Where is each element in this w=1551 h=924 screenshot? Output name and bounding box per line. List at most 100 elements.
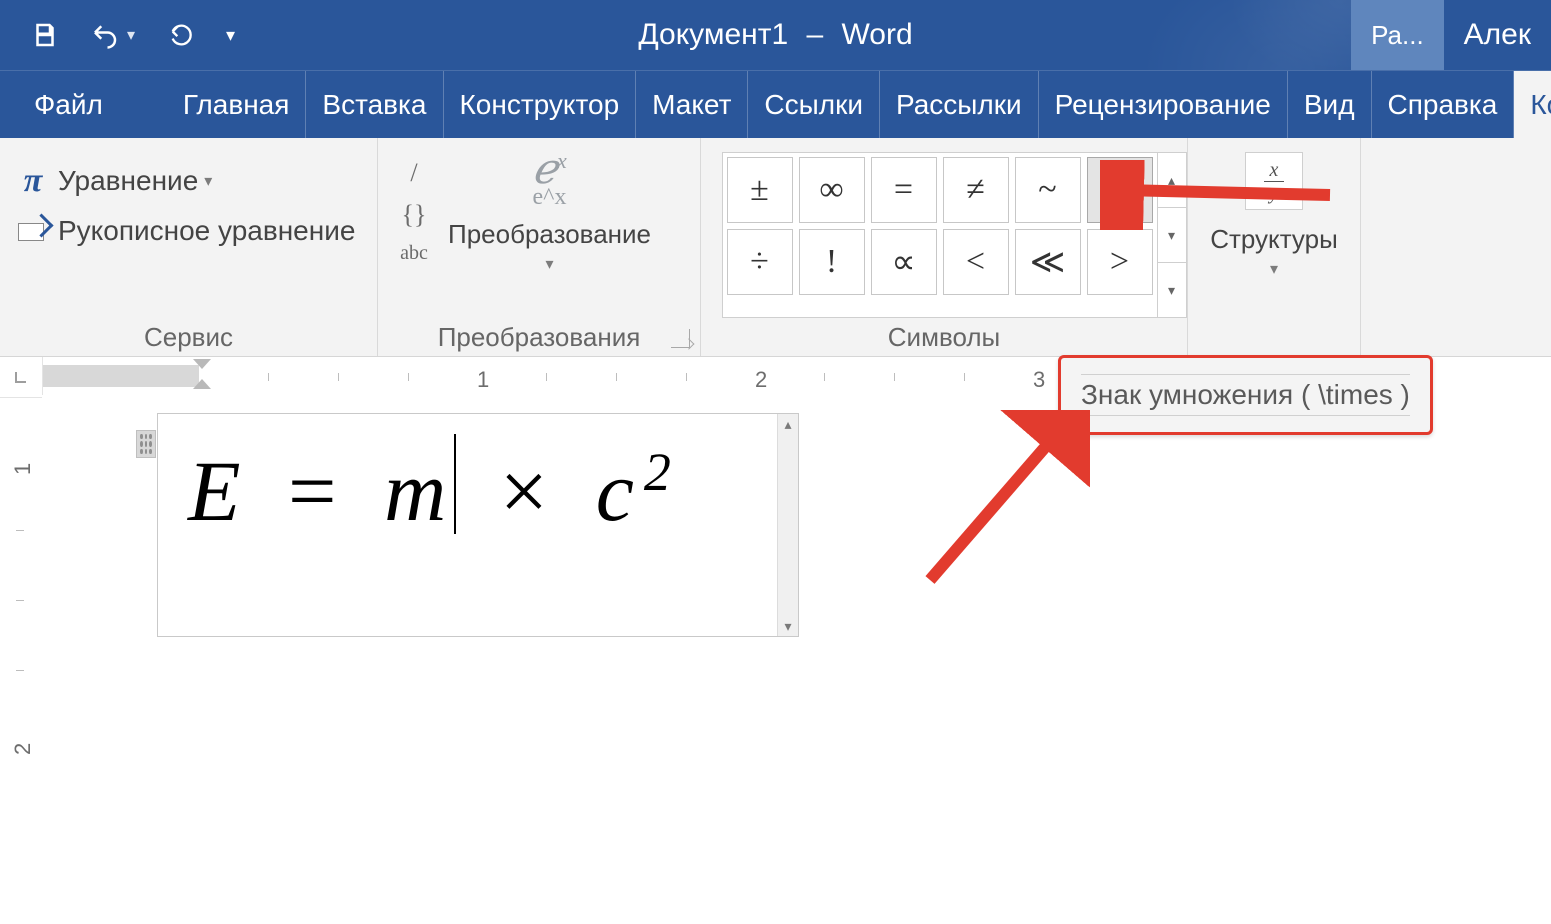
group-symbols: ± ∞ = ≠ ~ × ÷ ! ∝ < ≪ > ▴ ▾ ▾: [701, 138, 1188, 356]
symbol-proportional[interactable]: ∝: [871, 229, 937, 295]
vruler-number-1: 1: [10, 463, 36, 475]
convert-button[interactable]: ℯx e^x Преобразование ▾: [448, 152, 651, 318]
undo-icon: [90, 20, 120, 50]
symbols-scroll-down[interactable]: ▾: [1158, 208, 1186, 263]
group-structures: xy Структуры ▾: [1188, 138, 1361, 356]
convert-icon-sub: e^x: [533, 184, 567, 211]
symbol-tilde[interactable]: ~: [1015, 157, 1081, 223]
eq-var-m: m: [384, 443, 452, 539]
save-icon: [30, 20, 60, 50]
equation-button[interactable]: π Уравнение ▾: [18, 156, 355, 206]
tab-home[interactable]: Главная: [167, 71, 307, 138]
ruler-number-2: 2: [755, 367, 767, 393]
scroll-down-button[interactable]: ▾: [778, 616, 798, 636]
ribbon-overflow: [1361, 138, 1551, 356]
symbol-times[interactable]: ×: [1087, 157, 1153, 223]
tab-view[interactable]: Вид: [1288, 71, 1372, 138]
ruler-number-3: 3: [1033, 367, 1045, 393]
ruler-margin-shade: [43, 365, 199, 387]
structures-label: Структуры: [1210, 224, 1338, 255]
chevron-down-icon[interactable]: ▾: [1270, 259, 1278, 279]
symbol-factorial[interactable]: !: [799, 229, 865, 295]
scroll-up-button[interactable]: ▴: [778, 414, 798, 434]
tab-references[interactable]: Ссылки: [748, 71, 880, 138]
symbols-grid: ± ∞ = ≠ ~ × ÷ ! ∝ < ≪ >: [723, 153, 1157, 317]
convert-icon: ℯx: [532, 152, 567, 188]
equation-container[interactable]: E = m × c2 ▴ ▾: [157, 413, 799, 637]
chevron-down-icon[interactable]: ▾: [545, 254, 553, 274]
user-area: Ра... Алек: [1351, 0, 1551, 70]
tab-review[interactable]: Рецензирование: [1039, 71, 1288, 138]
qat-customize-button[interactable]: ▾: [226, 25, 235, 46]
chevron-down-icon[interactable]: ▾: [204, 171, 212, 191]
save-button[interactable]: [30, 20, 60, 50]
eq-exponent-2: 2: [644, 442, 677, 502]
eq-times: ×: [500, 443, 555, 539]
symbol-much-less[interactable]: ≪: [1015, 229, 1081, 295]
tab-layout[interactable]: Макет: [636, 71, 748, 138]
ruler-number-1: 1: [477, 367, 489, 393]
symbol-greater-than[interactable]: >: [1087, 229, 1153, 295]
symbol-equals[interactable]: =: [871, 157, 937, 223]
linear-braces-button[interactable]: {}: [394, 200, 434, 230]
symbol-less-than[interactable]: <: [943, 229, 1009, 295]
conversions-dialog-launcher[interactable]: [671, 329, 690, 348]
equation-scrollbar[interactable]: ▴ ▾: [777, 414, 798, 636]
tab-help[interactable]: Справка: [1372, 71, 1515, 138]
tab-stop-icon: [13, 369, 29, 385]
symbol-infinity[interactable]: ∞: [799, 157, 865, 223]
symbol-divide[interactable]: ÷: [727, 229, 793, 295]
ribbon: π Уравнение ▾ Рукописное уравнение Серви…: [0, 138, 1551, 357]
ink-equation-icon: [18, 219, 48, 243]
undo-button[interactable]: ▾: [90, 20, 138, 50]
linear-slash-button[interactable]: /: [394, 158, 434, 188]
group-tools-label: Сервис: [0, 318, 377, 356]
symbol-plus-minus[interactable]: ±: [727, 157, 793, 223]
structures-button[interactable]: xy Структуры ▾: [1210, 138, 1338, 318]
vruler-number-2: 2: [10, 743, 36, 755]
ink-equation-label: Рукописное уравнение: [58, 215, 355, 247]
tab-design[interactable]: Конструктор: [444, 71, 637, 138]
app-name: Word: [842, 18, 913, 51]
abc-text-button[interactable]: abc: [394, 242, 434, 265]
eq-var-E: E: [188, 443, 247, 539]
redo-button[interactable]: [168, 21, 196, 49]
group-tools: π Уравнение ▾ Рукописное уравнение Серви…: [0, 138, 378, 356]
fraction-icon: xy: [1245, 152, 1303, 210]
tab-equation-tools[interactable]: Конструкто: [1514, 71, 1551, 138]
document-area[interactable]: E = m × c2 ▴ ▾: [42, 395, 1551, 924]
eq-equals: =: [288, 443, 343, 539]
tooltip-text: Знак умножения ( \times ): [1081, 374, 1410, 416]
undo-dropdown-icon[interactable]: ▾: [124, 25, 138, 45]
quick-access-toolbar: ▾ ▾: [0, 20, 235, 50]
equation-drag-handle[interactable]: [136, 430, 156, 458]
eq-var-c: c: [596, 443, 640, 539]
group-conversions-label: Преобразования: [378, 318, 700, 356]
collapsed-overflow-tab[interactable]: Ра...: [1351, 0, 1444, 70]
text-cursor: [454, 434, 456, 534]
symbol-not-equal[interactable]: ≠: [943, 157, 1009, 223]
symbols-scroll-up[interactable]: ▴: [1158, 153, 1186, 208]
group-symbols-label: Символы: [701, 318, 1187, 356]
group-conversions: / {} abc ℯx e^x Преобразование ▾ Преобра…: [378, 138, 701, 356]
equation-content[interactable]: E = m × c2: [188, 434, 677, 541]
title-bar: ▾ ▾ Документ1 – Word Ра... Алек: [0, 0, 1551, 70]
pi-icon: π: [18, 162, 48, 200]
ribbon-tabs: Файл Главная Вставка Конструктор Макет С…: [0, 70, 1551, 138]
redo-icon: [168, 21, 196, 49]
convert-label: Преобразование: [448, 219, 651, 250]
tab-mailings[interactable]: Рассылки: [880, 71, 1039, 138]
symbols-gallery: ± ∞ = ≠ ~ × ÷ ! ∝ < ≪ > ▴ ▾ ▾: [722, 152, 1187, 318]
title-separator: –: [806, 18, 823, 51]
ink-equation-button[interactable]: Рукописное уравнение: [18, 206, 355, 256]
vertical-ruler[interactable]: 1 2: [0, 395, 43, 924]
tab-file[interactable]: Файл: [0, 71, 137, 138]
symbols-spinners: ▴ ▾ ▾: [1157, 153, 1186, 317]
symbol-tooltip: Знак умножения ( \times ): [1058, 355, 1433, 435]
tab-insert[interactable]: Вставка: [306, 71, 443, 138]
document-name: Документ1: [638, 18, 788, 51]
account-name[interactable]: Алек: [1444, 0, 1551, 70]
symbols-more-button[interactable]: ▾: [1158, 263, 1186, 317]
equation-label: Уравнение: [58, 165, 198, 197]
ruler-corner[interactable]: [0, 357, 43, 397]
